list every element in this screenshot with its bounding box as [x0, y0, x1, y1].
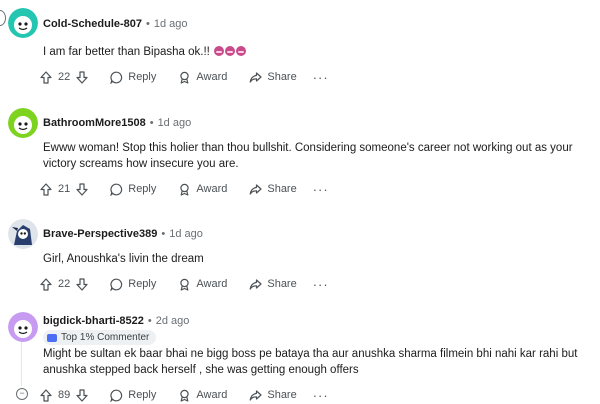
username[interactable]: Brave-Perspective389	[43, 228, 157, 240]
award-label: Award	[196, 389, 228, 401]
reply-label: Reply	[128, 71, 157, 83]
username[interactable]: Cold-Schedule-807	[43, 18, 142, 30]
emoji-icon	[236, 46, 247, 56]
share-icon	[249, 278, 262, 290]
flair-label: Top 1% Commenter	[61, 332, 150, 343]
comment-body: Ewww woman! Stop this holier than thou b…	[43, 140, 590, 172]
vote-controls: 22	[40, 70, 88, 84]
more-options-button[interactable]: ···	[313, 70, 329, 85]
timestamp[interactable]: 1d ago	[169, 228, 203, 240]
collapse-thread-edge[interactable]	[0, 10, 6, 26]
separator-dot: •	[146, 18, 150, 30]
avatar[interactable]	[8, 219, 38, 249]
comment-meta: Cold-Schedule-807 • 1d ago	[43, 17, 188, 31]
username[interactable]: bigdick-bharti-8522	[43, 315, 144, 327]
share-label: Share	[267, 389, 297, 401]
upvote-icon[interactable]	[40, 182, 52, 196]
comment-body: I am far better than Bipasha ok.!!	[43, 44, 590, 60]
award-button[interactable]: Award	[178, 183, 227, 196]
reply-label: Reply	[128, 183, 157, 195]
share-button[interactable]: Share	[249, 183, 297, 196]
award-label: Award	[196, 183, 228, 195]
reply-label: Reply	[128, 278, 157, 290]
vote-controls: 21	[40, 182, 88, 196]
reply-button[interactable]: Reply	[110, 278, 156, 291]
award-button[interactable]: Award	[178, 278, 227, 291]
avatar[interactable]	[8, 108, 38, 138]
comment-actions: 89 Reply Award Share ···	[40, 386, 329, 404]
separator-dot: •	[149, 117, 154, 129]
timestamp[interactable]: 1d ago	[154, 18, 188, 30]
share-icon	[249, 183, 262, 195]
emoji-icon	[225, 46, 236, 56]
award-icon	[180, 71, 190, 84]
comment-meta: bigdick-bharti-8522 • 2d ago	[43, 314, 189, 328]
reply-button[interactable]: Reply	[110, 183, 156, 196]
comment-text: Might be sultan ek baar bhai ne bigg bos…	[43, 348, 578, 376]
share-button[interactable]: Share	[249, 278, 297, 291]
share-button[interactable]: Share	[249, 71, 297, 84]
thread-line	[21, 338, 22, 386]
award-button[interactable]: Award	[178, 71, 227, 84]
comment-body: Girl, Anoushka's livin the dream	[43, 251, 590, 267]
share-icon	[249, 71, 262, 83]
share-label: Share	[267, 71, 297, 83]
timestamp[interactable]: 1d ago	[158, 117, 192, 129]
reply-button[interactable]: Reply	[110, 71, 156, 84]
downvote-icon[interactable]	[76, 277, 88, 291]
vote-count: 22	[58, 278, 71, 290]
comment-text: I am far better than Bipasha ok.!!	[43, 46, 210, 58]
comment-text: Ewww woman! Stop this holier than thou b…	[43, 142, 573, 170]
avatar[interactable]	[8, 8, 38, 38]
comment-meta: Brave-Perspective389 • 1d ago	[43, 227, 203, 241]
avatar[interactable]	[8, 312, 38, 342]
vote-count: 22	[58, 71, 71, 83]
share-label: Share	[267, 183, 297, 195]
share-label: Share	[267, 278, 297, 290]
emoji-icon	[214, 46, 225, 56]
timestamp[interactable]: 2d ago	[156, 315, 190, 327]
comment-meta: BathroomMore1508 • 1d ago	[43, 116, 191, 130]
separator-dot: •	[147, 315, 152, 327]
comment-text: Girl, Anoushka's livin the dream	[43, 253, 204, 265]
comment-actions: 21 Reply Award Share ···	[40, 180, 329, 198]
upvote-icon[interactable]	[40, 70, 52, 84]
upvote-icon[interactable]	[40, 277, 52, 291]
more-options-button[interactable]: ···	[313, 388, 329, 403]
separator-dot: •	[161, 228, 166, 240]
award-icon	[180, 183, 190, 196]
username[interactable]: BathroomMore1508	[43, 117, 146, 129]
reply-label: Reply	[128, 389, 157, 401]
award-icon	[180, 278, 190, 291]
comment-bubble-icon	[110, 278, 123, 291]
comment-actions: 22 Reply Award Share ···	[40, 275, 329, 293]
vote-count: 89	[58, 389, 71, 401]
award-label: Award	[196, 71, 228, 83]
flair-icon	[47, 333, 57, 342]
downvote-icon[interactable]	[76, 70, 88, 84]
comment-bubble-icon	[110, 183, 123, 196]
comment-bubble-icon	[110, 71, 123, 84]
more-options-button[interactable]: ···	[313, 277, 329, 292]
collapse-thread-button[interactable]: −	[16, 388, 28, 400]
comment-actions: 22 Reply Award Share ···	[40, 68, 329, 86]
downvote-icon[interactable]	[76, 182, 88, 196]
vote-count: 21	[58, 183, 71, 195]
more-options-button[interactable]: ···	[313, 182, 329, 197]
vote-controls: 22	[40, 277, 88, 291]
comment-body: Might be sultan ek baar bhai ne bigg bos…	[43, 346, 590, 378]
user-flair-badge: Top 1% Commenter	[43, 330, 157, 345]
award-label: Award	[196, 278, 228, 290]
